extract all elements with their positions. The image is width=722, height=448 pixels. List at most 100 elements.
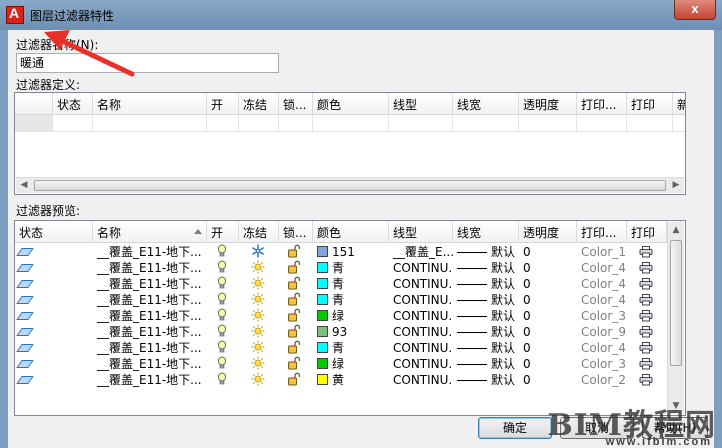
plot-cell[interactable] bbox=[627, 308, 667, 324]
lock-cell[interactable] bbox=[279, 372, 313, 388]
snowflake-icon[interactable] bbox=[251, 244, 265, 260]
plot-style-cell[interactable]: Color_4 bbox=[577, 276, 627, 292]
scroll-right-arrow-icon[interactable]: ▶ bbox=[668, 178, 684, 193]
layer-name-cell[interactable]: __覆盖_E11-地下... bbox=[93, 276, 207, 292]
status-cell[interactable] bbox=[15, 260, 93, 276]
preview-column-header[interactable]: 开 bbox=[207, 221, 239, 243]
lock-cell[interactable] bbox=[279, 260, 313, 276]
color-cell[interactable]: 绿 bbox=[313, 356, 389, 372]
status-cell[interactable] bbox=[15, 276, 93, 292]
table-row[interactable]: __覆盖_E11-地下... 151 __覆盖_E... 默认0Color_1... bbox=[15, 244, 669, 260]
preview-vertical-scrollbar[interactable]: ▲ ▼ bbox=[667, 222, 684, 414]
lineweight-cell[interactable]: 默认 bbox=[453, 340, 519, 356]
freeze-cell[interactable] bbox=[239, 356, 279, 372]
definition-cell[interactable] bbox=[627, 115, 673, 132]
transparency-cell[interactable]: 0 bbox=[519, 308, 577, 324]
freeze-cell[interactable] bbox=[239, 276, 279, 292]
definition-cell[interactable] bbox=[673, 115, 685, 132]
scrollbar-thumb[interactable] bbox=[670, 240, 682, 366]
color-cell[interactable]: 93 bbox=[313, 324, 389, 340]
on-cell[interactable] bbox=[207, 372, 239, 388]
table-row[interactable]: __覆盖_E11-地下... 青 CONTINU... 默认0Color_4 bbox=[15, 260, 669, 276]
on-cell[interactable] bbox=[207, 244, 239, 260]
lightbulb-icon[interactable] bbox=[217, 276, 227, 292]
sun-icon[interactable] bbox=[251, 340, 265, 356]
freeze-cell[interactable] bbox=[239, 244, 279, 260]
plot-cell[interactable] bbox=[627, 340, 667, 356]
definition-column-header[interactable]: 新... bbox=[673, 93, 685, 115]
sun-icon[interactable] bbox=[251, 372, 265, 388]
lineweight-cell[interactable]: 默认 bbox=[453, 372, 519, 388]
plot-style-cell[interactable]: Color_4 bbox=[577, 292, 627, 308]
definition-row[interactable] bbox=[15, 115, 685, 132]
definition-column-header[interactable]: 开 bbox=[207, 93, 239, 115]
lightbulb-icon[interactable] bbox=[217, 356, 227, 372]
unlock-icon[interactable] bbox=[287, 276, 301, 292]
table-row[interactable]: __覆盖_E11-地下... 青 CONTINU... 默认0Color_4 bbox=[15, 340, 669, 356]
unlock-icon[interactable] bbox=[287, 356, 301, 372]
transparency-cell[interactable]: 0 bbox=[519, 324, 577, 340]
sun-icon[interactable] bbox=[251, 260, 265, 276]
plot-cell[interactable] bbox=[627, 356, 667, 372]
lock-cell[interactable] bbox=[279, 356, 313, 372]
plot-cell[interactable] bbox=[627, 324, 667, 340]
definition-column-header[interactable]: 透明度 bbox=[519, 93, 577, 115]
color-cell[interactable]: 青 bbox=[313, 340, 389, 356]
preview-column-header[interactable]: 颜色 bbox=[313, 221, 389, 243]
table-row[interactable]: __覆盖_E11-地下... 青 CONTINU... 默认0Color_4 bbox=[15, 276, 669, 292]
preview-column-header[interactable]: 状态 bbox=[15, 221, 93, 243]
freeze-cell[interactable] bbox=[239, 340, 279, 356]
lineweight-cell[interactable]: 默认 bbox=[453, 292, 519, 308]
preview-column-header[interactable]: 线宽 bbox=[453, 221, 519, 243]
sun-icon[interactable] bbox=[251, 292, 265, 308]
linetype-cell[interactable]: CONTINU... bbox=[389, 308, 453, 324]
definition-cell[interactable] bbox=[577, 115, 627, 132]
on-cell[interactable] bbox=[207, 260, 239, 276]
unlock-icon[interactable] bbox=[287, 308, 301, 324]
definition-column-header[interactable]: 打印... bbox=[577, 93, 627, 115]
lock-cell[interactable] bbox=[279, 276, 313, 292]
filter-preview-grid[interactable]: 状态名称开冻结锁...颜色线型线宽透明度打印...打印新 __覆盖_E11-地下… bbox=[14, 220, 686, 416]
layer-name-cell[interactable]: __覆盖_E11-地下... bbox=[93, 308, 207, 324]
transparency-cell[interactable]: 0 bbox=[519, 356, 577, 372]
lightbulb-icon[interactable] bbox=[217, 372, 227, 388]
lightbulb-icon[interactable] bbox=[217, 340, 227, 356]
color-cell[interactable]: 青 bbox=[313, 260, 389, 276]
scroll-left-arrow-icon[interactable]: ◀ bbox=[16, 178, 32, 193]
preview-column-header[interactable]: 锁... bbox=[279, 221, 313, 243]
definition-cell[interactable] bbox=[313, 115, 389, 132]
printer-icon[interactable] bbox=[639, 326, 653, 340]
printer-icon[interactable] bbox=[639, 374, 653, 388]
printer-icon[interactable] bbox=[639, 358, 653, 372]
color-cell[interactable]: 151 bbox=[313, 244, 389, 260]
preview-column-header[interactable]: 透明度 bbox=[519, 221, 577, 243]
lightbulb-icon[interactable] bbox=[217, 260, 227, 276]
color-cell[interactable]: 青 bbox=[313, 276, 389, 292]
definition-cell[interactable] bbox=[93, 115, 207, 132]
freeze-cell[interactable] bbox=[239, 372, 279, 388]
plot-style-cell[interactable]: Color_4 bbox=[577, 260, 627, 276]
layer-name-cell[interactable]: __覆盖_E11-地下... bbox=[93, 292, 207, 308]
transparency-cell[interactable]: 0 bbox=[519, 244, 577, 260]
sun-icon[interactable] bbox=[251, 356, 265, 372]
status-cell[interactable] bbox=[15, 292, 93, 308]
ok-button[interactable]: 确定 bbox=[478, 417, 552, 439]
layer-name-cell[interactable]: __覆盖_E11-地下... bbox=[93, 340, 207, 356]
lightbulb-icon[interactable] bbox=[217, 324, 227, 340]
status-cell[interactable] bbox=[15, 308, 93, 324]
printer-icon[interactable] bbox=[639, 278, 653, 292]
color-cell[interactable]: 绿 bbox=[313, 308, 389, 324]
transparency-cell[interactable]: 0 bbox=[519, 340, 577, 356]
lock-cell[interactable] bbox=[279, 292, 313, 308]
color-cell[interactable]: 黄 bbox=[313, 372, 389, 388]
lineweight-cell[interactable]: 默认 bbox=[453, 356, 519, 372]
table-row[interactable]: __覆盖_E11-地下... 青 CONTINU... 默认0Color_4 bbox=[15, 292, 669, 308]
lock-cell[interactable] bbox=[279, 308, 313, 324]
definition-column-header[interactable] bbox=[15, 93, 53, 115]
unlock-icon[interactable] bbox=[287, 340, 301, 356]
preview-column-header[interactable]: 线型 bbox=[389, 221, 453, 243]
plot-cell[interactable] bbox=[627, 244, 667, 260]
definition-column-header[interactable]: 线宽 bbox=[453, 93, 519, 115]
plot-style-cell[interactable]: Color_4 bbox=[577, 340, 627, 356]
status-cell[interactable] bbox=[15, 340, 93, 356]
